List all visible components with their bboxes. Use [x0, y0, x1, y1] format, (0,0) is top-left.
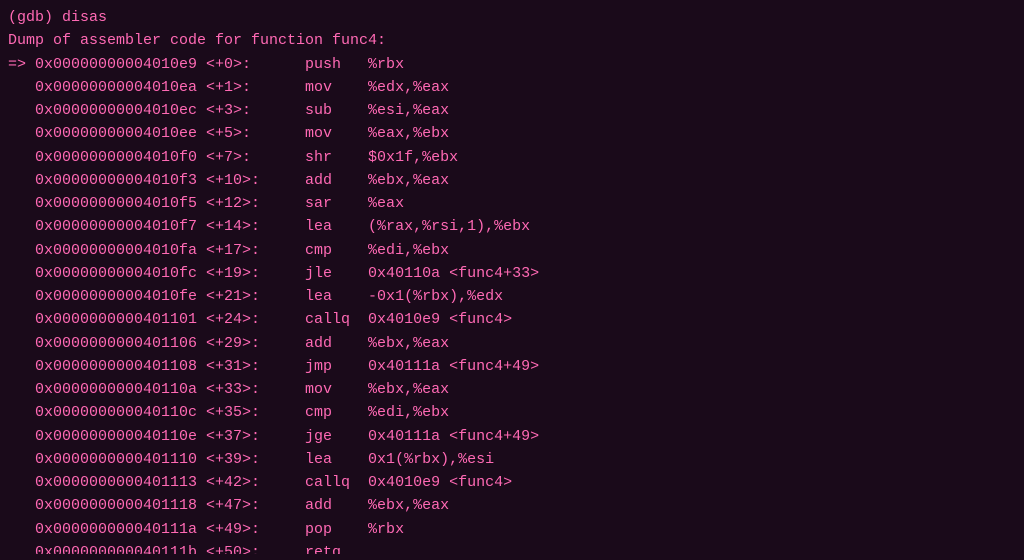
instruction-line: 0x00000000004010f5 <+12>: sar %eax [8, 192, 1016, 215]
instruction-line: 0x000000000040111b <+50>: retq [8, 541, 1016, 554]
instruction-line: 0x00000000004010fe <+21>: lea -0x1(%rbx)… [8, 285, 1016, 308]
instruction-line: 0x000000000040110e <+37>: jge 0x40111a <… [8, 425, 1016, 448]
instruction-line: 0x0000000000401106 <+29>: add %ebx,%eax [8, 332, 1016, 355]
instruction-line: 0x00000000004010ec <+3>: sub %esi,%eax [8, 99, 1016, 122]
instruction-line: 0x0000000000401110 <+39>: lea 0x1(%rbx),… [8, 448, 1016, 471]
instruction-line: 0x000000000040110a <+33>: mov %ebx,%eax [8, 378, 1016, 401]
terminal: (gdb) disas Dump of assembler code for f… [8, 6, 1016, 554]
instruction-line: => 0x00000000004010e9 <+0>: push %rbx [8, 53, 1016, 76]
instruction-line: 0x00000000004010fa <+17>: cmp %edi,%ebx [8, 239, 1016, 262]
instruction-line: 0x00000000004010ee <+5>: mov %eax,%ebx [8, 122, 1016, 145]
instruction-line: 0x00000000004010fc <+19>: jle 0x40110a <… [8, 262, 1016, 285]
instruction-line: 0x00000000004010f0 <+7>: shr $0x1f,%ebx [8, 146, 1016, 169]
instruction-line: 0x00000000004010f3 <+10>: add %ebx,%eax [8, 169, 1016, 192]
instruction-line: 0x00000000004010ea <+1>: mov %edx,%eax [8, 76, 1016, 99]
instruction-line: 0x000000000040110c <+35>: cmp %edi,%ebx [8, 401, 1016, 424]
header-line: Dump of assembler code for function func… [8, 29, 1016, 52]
prompt-line: (gdb) disas [8, 6, 1016, 29]
instruction-line: 0x000000000040111a <+49>: pop %rbx [8, 518, 1016, 541]
instruction-line: 0x0000000000401118 <+47>: add %ebx,%eax [8, 494, 1016, 517]
instruction-line: 0x0000000000401101 <+24>: callq 0x4010e9… [8, 308, 1016, 331]
instructions-list: => 0x00000000004010e9 <+0>: push %rbx 0x… [8, 53, 1016, 555]
instruction-line: 0x0000000000401108 <+31>: jmp 0x40111a <… [8, 355, 1016, 378]
instruction-line: 0x00000000004010f7 <+14>: lea (%rax,%rsi… [8, 215, 1016, 238]
instruction-line: 0x0000000000401113 <+42>: callq 0x4010e9… [8, 471, 1016, 494]
